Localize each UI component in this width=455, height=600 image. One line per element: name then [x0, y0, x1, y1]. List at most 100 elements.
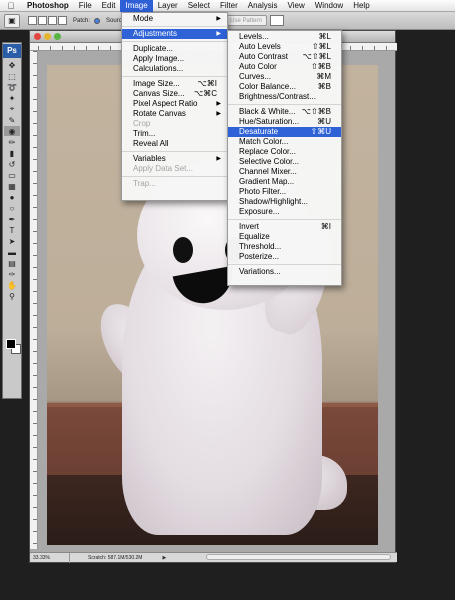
- menu-file[interactable]: File: [74, 0, 97, 12]
- source-radio[interactable]: [94, 17, 101, 24]
- menu-item-selective-color[interactable]: Selective Color...: [228, 157, 341, 167]
- menu-item-hue-saturation[interactable]: Hue/Saturation... ⌘U: [228, 117, 341, 127]
- menu-item-auto-contrast[interactable]: Auto Contrast ⌥⇧⌘L: [228, 52, 341, 62]
- hand-icon[interactable]: ✋: [4, 280, 20, 290]
- menu-item-reveal-all[interactable]: Reveal All: [122, 139, 227, 149]
- subtract-selection-icon[interactable]: [48, 16, 57, 25]
- menu-item-calculations[interactable]: Calculations...: [122, 64, 227, 74]
- selection-mode-icons: [28, 16, 67, 25]
- menu-item-desaturate[interactable]: Desaturate ⇧⌘U: [228, 127, 341, 137]
- menu-item-photo-filter[interactable]: Photo Filter...: [228, 187, 341, 197]
- adjustments-submenu: Levels... ⌘L Auto Levels ⇧⌘L Auto Contrast…: [227, 30, 342, 286]
- menu-item-equalize[interactable]: Equalize: [228, 232, 341, 242]
- menu-item-canvas-size[interactable]: Canvas Size... ⌥⌘C: [122, 89, 227, 99]
- menu-item-threshold[interactable]: Threshold...: [228, 242, 341, 252]
- blur-icon[interactable]: ●: [4, 192, 20, 202]
- clone-stamp-icon[interactable]: ▮: [4, 148, 20, 158]
- shortcut-label: ⌘B: [317, 82, 331, 91]
- eraser-icon[interactable]: ▭: [4, 170, 20, 180]
- shortcut-label: ⌘M: [316, 72, 331, 81]
- menu-item-trim[interactable]: Trim...: [122, 129, 227, 139]
- shortcut-label: ⌘L: [318, 32, 331, 41]
- ruler-vertical[interactable]: [30, 51, 38, 549]
- menu-item-color-balance[interactable]: Color Balance... ⌘B: [228, 82, 341, 92]
- menu-view[interactable]: View: [283, 0, 310, 12]
- zoom-level[interactable]: 33.33%: [30, 552, 70, 563]
- menu-filter[interactable]: Filter: [215, 0, 243, 12]
- menu-analysis[interactable]: Analysis: [243, 0, 283, 12]
- crop-icon[interactable]: ⌖: [4, 104, 20, 114]
- menu-help[interactable]: Help: [348, 0, 374, 12]
- menu-item-posterize[interactable]: Posterize...: [228, 252, 341, 262]
- history-brush-icon[interactable]: ↺: [4, 159, 20, 169]
- lasso-icon[interactable]: ➰: [4, 82, 20, 92]
- magic-wand-icon[interactable]: ✦: [4, 93, 20, 103]
- menu-window[interactable]: Window: [310, 0, 348, 12]
- menu-item-exposure[interactable]: Exposure...: [228, 207, 341, 217]
- menu-item-mode[interactable]: Mode ▶: [122, 14, 227, 24]
- pen-icon[interactable]: ✒: [4, 214, 20, 224]
- menu-item-channel-mixer[interactable]: Channel Mixer...: [228, 167, 341, 177]
- slice-icon[interactable]: ✎: [4, 115, 20, 125]
- ps-logo: Ps: [3, 44, 21, 58]
- zoom-icon[interactable]: ⚲: [4, 291, 20, 301]
- menu-item-invert[interactable]: Invert ⌘I: [228, 222, 341, 232]
- new-selection-icon[interactable]: [28, 16, 37, 25]
- menu-edit[interactable]: Edit: [97, 0, 121, 12]
- patch-icon[interactable]: ◉: [4, 126, 20, 136]
- use-pattern-button[interactable]: Use Pattern: [225, 15, 267, 26]
- apple-icon[interactable]: : [0, 1, 22, 11]
- menu-layer[interactable]: Layer: [153, 0, 183, 12]
- menu-item-image-size[interactable]: Image Size... ⌥⌘I: [122, 79, 227, 89]
- menu-item-variations[interactable]: Variations...: [228, 267, 341, 277]
- gradient-icon[interactable]: ▦: [4, 181, 20, 191]
- menu-item-duplicate[interactable]: Duplicate...: [122, 44, 227, 54]
- menu-separator: [228, 219, 341, 220]
- shortcut-label: ⌥⌘I: [197, 79, 217, 88]
- menu-image[interactable]: Image: [120, 0, 153, 12]
- menu-item-auto-color[interactable]: Auto Color ⇧⌘B: [228, 62, 341, 72]
- menu-item-gradient-map[interactable]: Gradient Map...: [228, 177, 341, 187]
- notes-icon[interactable]: ▤: [4, 258, 20, 268]
- tool-preset-picker[interactable]: ▣: [4, 13, 20, 28]
- minimize-icon[interactable]: [44, 33, 51, 40]
- move-icon[interactable]: ✥: [4, 60, 20, 70]
- menu-item-variables[interactable]: Variables ▶: [122, 154, 227, 164]
- menu-item-auto-levels[interactable]: Auto Levels ⇧⌘L: [228, 42, 341, 52]
- menu-select[interactable]: Select: [183, 0, 215, 12]
- marquee-icon[interactable]: ⬚: [4, 71, 20, 81]
- dodge-icon[interactable]: ○: [4, 203, 20, 213]
- type-icon[interactable]: T: [4, 225, 20, 235]
- menu-app-photoshop[interactable]: Photoshop: [22, 0, 74, 12]
- menu-item-shadow-highlight[interactable]: Shadow/Highlight...: [228, 197, 341, 207]
- shape-icon[interactable]: ▬: [4, 247, 20, 257]
- menu-item-black-white[interactable]: Black & White... ⌥⇧⌘B: [228, 107, 341, 117]
- menu-item-pixel-aspect-ratio[interactable]: Pixel Aspect Ratio ▶: [122, 99, 227, 109]
- menu-item-replace-color[interactable]: Replace Color...: [228, 147, 341, 157]
- path-select-icon[interactable]: ➤: [4, 236, 20, 246]
- status-menu-icon[interactable]: ▶: [162, 555, 166, 561]
- menu-item-rotate-canvas[interactable]: Rotate Canvas ▶: [122, 109, 227, 119]
- submenu-arrow-icon: ▶: [216, 111, 221, 117]
- brush-icon[interactable]: ✏: [4, 137, 20, 147]
- zoom-window-icon[interactable]: [54, 33, 61, 40]
- eyedropper-icon[interactable]: ✑: [4, 269, 20, 279]
- shortcut-label: ⇧⌘L: [311, 42, 331, 51]
- menu-item-curves[interactable]: Curves... ⌘M: [228, 72, 341, 82]
- menu-separator: [122, 41, 227, 42]
- menu-item-adjustments[interactable]: Adjustments ▶: [122, 29, 227, 39]
- document-status-bar: 33.33% Scratch: 587.1M/530.2M ▶: [30, 552, 397, 563]
- menu-item-match-color[interactable]: Match Color...: [228, 137, 341, 147]
- intersect-selection-icon[interactable]: [58, 16, 67, 25]
- horizontal-scrollbar[interactable]: [206, 554, 391, 560]
- close-icon[interactable]: [34, 33, 41, 40]
- foreground-color-swatch[interactable]: [6, 339, 16, 349]
- menu-item-brightness-contrast[interactable]: Brightness/Contrast...: [228, 92, 341, 102]
- add-selection-icon[interactable]: [38, 16, 47, 25]
- shortcut-label: ⌥⇧⌘L: [302, 52, 331, 61]
- pattern-swatch[interactable]: [270, 15, 284, 26]
- menu-item-apply-image[interactable]: Apply Image...: [122, 54, 227, 64]
- image-menu: Mode ▶ Adjustments ▶ Duplicate... Apply Im…: [121, 12, 228, 201]
- menu-item-levels[interactable]: Levels... ⌘L: [228, 32, 341, 42]
- menu-bar:  Photoshop File Edit Image Layer Select…: [0, 0, 455, 12]
